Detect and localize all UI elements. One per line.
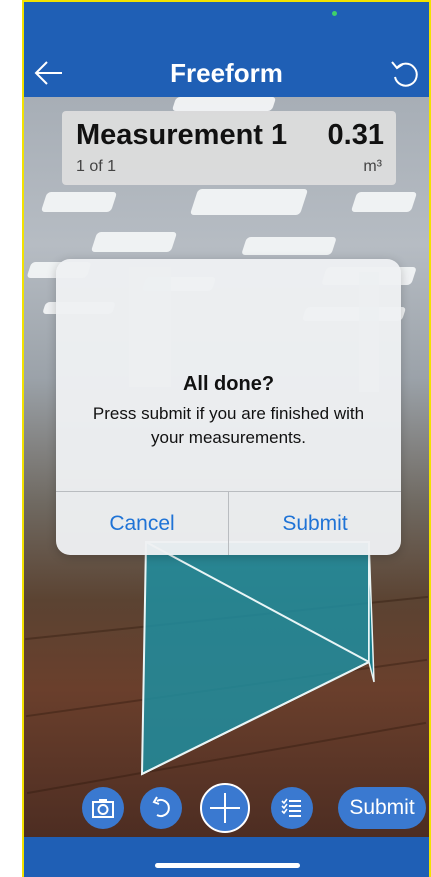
dialog-title: All done? xyxy=(182,373,275,395)
measurement-list-button[interactable] xyxy=(271,787,313,829)
bottom-toolbar: Submit xyxy=(24,783,429,837)
ceiling-light xyxy=(350,192,418,212)
reset-button[interactable] xyxy=(388,57,420,89)
floor-line xyxy=(25,658,428,718)
measurement-name: Measurement 1 xyxy=(76,119,288,151)
undo-point-button[interactable] xyxy=(140,787,182,829)
ceiling-light xyxy=(40,192,118,212)
capture-photo-button[interactable] xyxy=(82,787,124,829)
home-indicator[interactable] xyxy=(155,863,300,868)
measurement-index: 1 of 1 xyxy=(76,158,117,175)
measurement-unit: m³ xyxy=(363,158,382,175)
add-point-button[interactable] xyxy=(200,783,250,833)
dialog-message: Press submit if you are finished with yo… xyxy=(92,404,365,447)
undo-icon xyxy=(152,796,170,817)
frame-edge-left xyxy=(0,0,25,877)
ceiling-light xyxy=(241,237,337,255)
cancel-button[interactable]: Cancel xyxy=(56,492,228,555)
ceiling-light xyxy=(189,189,309,215)
device-frame: Freeform Measurement 1 0.31 1 of 1 m³ Al… xyxy=(0,0,431,877)
page-title: Freeform xyxy=(170,58,283,88)
submit-button[interactable]: Submit xyxy=(229,492,401,555)
measurement-value: 0.31 xyxy=(327,119,384,151)
ceiling-light xyxy=(90,232,178,252)
toolbar-submit-button[interactable]: Submit xyxy=(338,787,426,829)
bottom-bar xyxy=(24,837,429,877)
camera-indicator-dot xyxy=(332,11,337,16)
ceiling-light xyxy=(171,97,277,111)
undo-icon xyxy=(391,61,418,87)
app-screen: Freeform Measurement 1 0.31 1 of 1 m³ Al… xyxy=(24,2,429,877)
floor-line xyxy=(25,595,428,641)
camera-icon xyxy=(92,799,114,818)
list-icon xyxy=(281,798,301,817)
confirm-dialog: All done? Press submit if you are finish… xyxy=(56,259,401,555)
header-bar: Freeform xyxy=(24,2,429,97)
plus-icon xyxy=(210,793,240,823)
measurement-card: Measurement 1 0.31 1 of 1 m³ xyxy=(62,111,396,185)
